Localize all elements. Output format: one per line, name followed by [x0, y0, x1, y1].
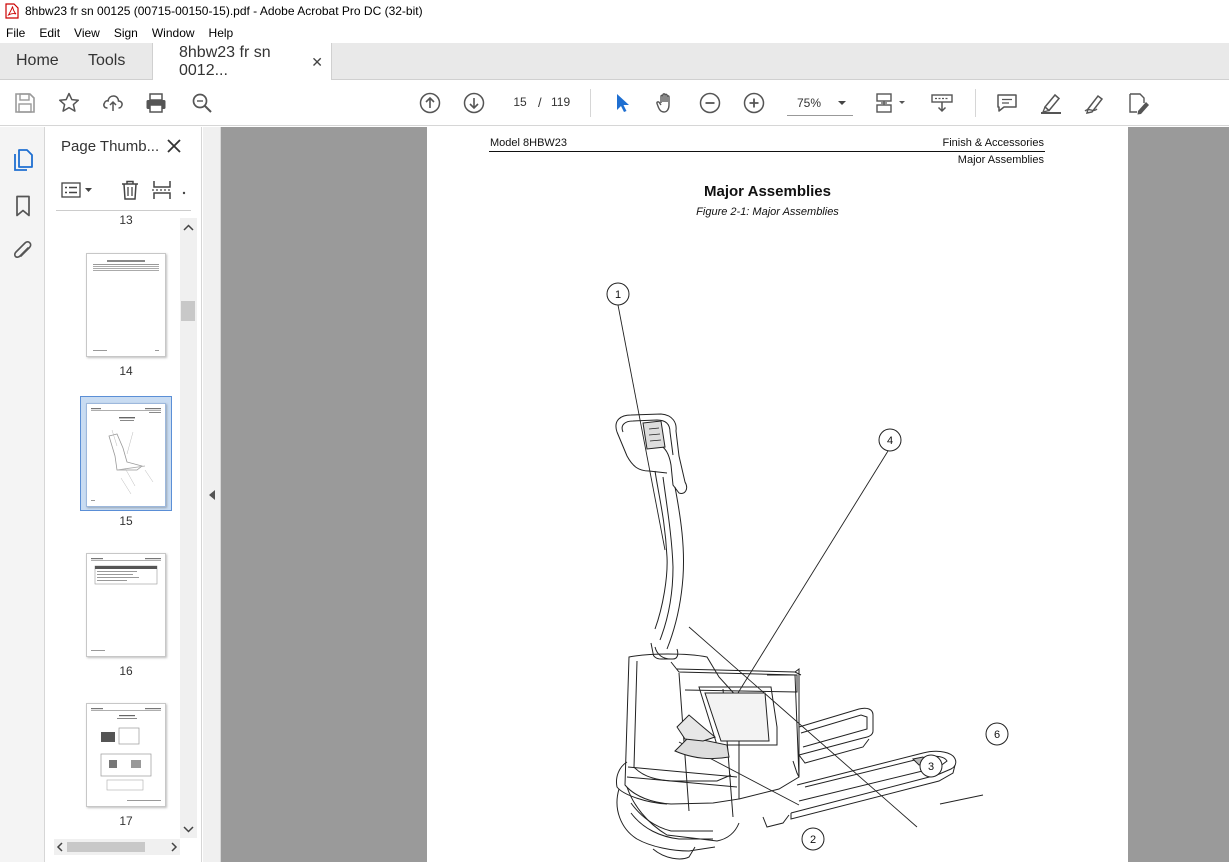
thumbnail-label-17: 17	[119, 814, 133, 828]
draw-icon[interactable]	[1082, 90, 1108, 116]
thumbnail-label-15: 15	[119, 514, 133, 528]
page-thumbnail-image	[91, 558, 161, 651]
callout-2: 2	[810, 834, 816, 846]
menu-help[interactable]: Help	[202, 26, 241, 40]
thumbnail-label-14: 14	[119, 364, 133, 378]
thumbnail-page-16[interactable]	[86, 553, 166, 657]
toolbar-divider	[590, 89, 591, 117]
chassis-drawing	[616, 642, 802, 860]
page-up-icon[interactable]	[417, 90, 443, 116]
window-title: 8hbw23 fr sn 00125 (00715-00150-15).pdf …	[25, 4, 423, 18]
total-pages: 119	[551, 95, 571, 109]
scroll-right-icon[interactable]	[169, 839, 179, 855]
tiller-drawing	[615, 413, 688, 650]
page-header-section: Finish & Accessories	[942, 137, 1044, 149]
options-menu-icon	[61, 182, 92, 198]
menu-edit[interactable]: Edit	[32, 26, 67, 40]
bookmark-star-icon[interactable]	[56, 90, 82, 116]
tab-tools[interactable]: Tools	[76, 43, 152, 79]
chevron-left-icon	[208, 489, 215, 500]
toolbar-divider	[975, 89, 976, 117]
attachments-icon[interactable]	[10, 239, 36, 265]
scroll-up-icon[interactable]	[180, 221, 197, 235]
zoom-select[interactable]: 75%	[787, 90, 853, 116]
page-down-icon[interactable]	[461, 90, 487, 116]
zoom-value: 75%	[797, 95, 822, 110]
scroll-down-icon[interactable]	[180, 822, 197, 836]
upload-icon[interactable]	[100, 90, 126, 116]
thumbnail-options-button[interactable]	[61, 179, 95, 201]
more-tools-icon[interactable]	[180, 179, 188, 201]
collapse-panel-handle[interactable]	[203, 127, 221, 862]
menu-window[interactable]: Window	[145, 26, 202, 40]
menu-file[interactable]: File	[0, 26, 32, 40]
callout-6: 6	[994, 729, 1000, 741]
select-cursor-icon[interactable]	[609, 90, 635, 116]
delete-page-icon[interactable]	[119, 179, 141, 201]
title-bar: 8hbw23 fr sn 00125 (00715-00150-15).pdf …	[0, 0, 1229, 22]
tab-document[interactable]: 8hbw23 fr sn 0012... ✕	[152, 43, 332, 81]
document-viewer[interactable]: Model 8HBW23 Finish & Accessories Major …	[221, 127, 1229, 862]
menu-bar: File Edit View Sign Window Help	[0, 22, 1229, 43]
fill-sign-icon[interactable]	[1125, 90, 1151, 116]
page-thumbnail-image	[93, 260, 159, 351]
comment-icon[interactable]	[994, 90, 1020, 116]
page-thumbnail-image	[91, 408, 161, 501]
page-heading: Major Assemblies	[704, 183, 831, 200]
insert-page-icon[interactable]	[151, 179, 173, 201]
callout-3: 3	[928, 761, 934, 773]
menu-sign[interactable]: Sign	[107, 26, 145, 40]
acrobat-pdf-icon	[5, 3, 19, 19]
tab-bar: Home Tools 8hbw23 fr sn 0012... ✕	[0, 43, 1229, 81]
zoom-in-icon[interactable]	[741, 90, 767, 116]
scrollbar-thumb[interactable]	[181, 301, 195, 321]
page-layout-icon[interactable]	[873, 90, 909, 116]
zoom-out-icon[interactable]	[697, 90, 723, 116]
search-icon[interactable]	[189, 90, 215, 116]
thumbnail-toolbar	[56, 173, 191, 211]
navigation-rail	[0, 127, 45, 862]
thumbnail-page-15[interactable]	[86, 403, 166, 507]
tab-document-label: 8hbw23 fr sn 0012...	[179, 44, 271, 79]
thumbnail-horizontal-scrollbar[interactable]	[54, 839, 180, 855]
thumbnail-label-13: 13	[119, 215, 133, 227]
page-separator: /	[538, 95, 542, 110]
callout-4: 4	[887, 435, 893, 447]
thumbnail-list[interactable]: 13 14 15 16 17	[46, 215, 181, 840]
figure-caption: Figure 2-1: Major Assemblies	[696, 206, 839, 218]
scroll-left-icon[interactable]	[55, 839, 65, 855]
scrollbar-thumb[interactable]	[67, 842, 145, 852]
menu-view[interactable]: View	[67, 26, 107, 40]
page-number-input[interactable]	[506, 90, 534, 114]
highlight-icon[interactable]	[1038, 90, 1064, 116]
page-header-subsection: Major Assemblies	[957, 154, 1044, 166]
tab-home[interactable]: Home	[0, 43, 76, 79]
thumbnail-label-16: 16	[119, 664, 133, 678]
hand-tool-icon[interactable]	[653, 90, 679, 116]
print-icon[interactable]	[143, 90, 169, 116]
close-panel-icon[interactable]	[164, 136, 184, 156]
bookmarks-icon[interactable]	[10, 193, 36, 219]
callout-1: 1	[615, 289, 621, 301]
pdf-page: Model 8HBW23 Finish & Accessories Major …	[427, 127, 1128, 862]
chevron-down-icon	[838, 100, 846, 105]
pallet-truck-figure: 1 4 2 3 6	[606, 282, 1009, 860]
page-thumbnails-panel: Page Thumb... 13 14 15 16 17	[46, 127, 202, 862]
save-icon[interactable]	[12, 90, 38, 116]
header-rule	[489, 151, 1045, 152]
scroll-mode-icon[interactable]	[929, 90, 955, 116]
page-thumbnails-icon[interactable]	[10, 147, 36, 173]
thumbnail-vertical-scrollbar[interactable]	[180, 218, 197, 838]
thumbnail-page-14[interactable]	[86, 253, 166, 357]
thumbnail-page-17[interactable]	[86, 703, 166, 807]
page-header-model: Model 8HBW23	[490, 137, 568, 149]
close-tab-icon[interactable]: ✕	[311, 54, 323, 71]
panel-title: Page Thumb...	[61, 138, 160, 155]
page-thumbnail-image	[91, 708, 161, 801]
